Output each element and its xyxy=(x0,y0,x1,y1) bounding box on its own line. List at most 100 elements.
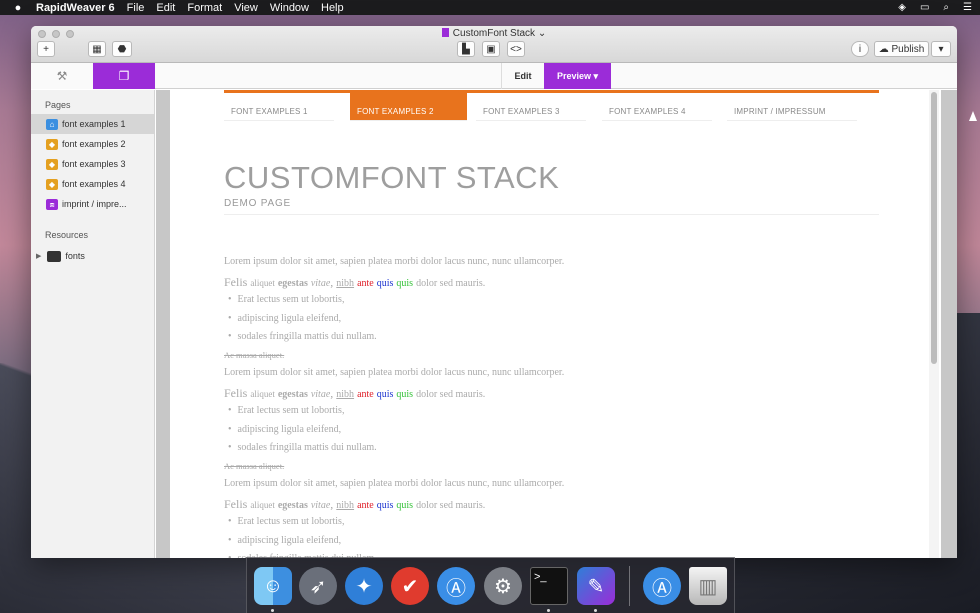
image-view-button[interactable]: ▣ xyxy=(482,41,500,57)
bullet-item: Erat lectus sem ut lobortis, xyxy=(224,294,564,313)
site-title: CUSTOMFONT STACK xyxy=(224,160,560,195)
site-nav-item[interactable]: IMPRINT / IMPRESSUM xyxy=(727,107,857,121)
sidebar-page-item[interactable]: ◆ font examples 2 xyxy=(31,134,154,154)
terminal-icon[interactable]: >_ xyxy=(530,567,568,605)
stacks-page-icon: ◆ xyxy=(46,178,58,190)
web-page-preview: FONT EXAMPLES 1 FONT EXAMPLES 2 FONT EXA… xyxy=(170,90,941,558)
vertical-scrollbar[interactable] xyxy=(929,90,939,558)
resource-item-fonts[interactable]: ▶ fonts xyxy=(31,246,154,266)
dock: ☺ ➶ ✦ ✔ Ⓐ ⚙ >_ ✎ Ⓐ ▥ xyxy=(246,557,735,613)
folder-icon xyxy=(47,250,62,262)
menu-window[interactable]: Window xyxy=(270,2,309,14)
text-block: Lorem ipsum dolor sit amet, sapien plate… xyxy=(224,367,564,478)
dock-separator xyxy=(629,566,630,606)
sidebar: Pages ⌂ font examples 1 ◆ font examples … xyxy=(31,90,155,558)
running-indicator xyxy=(547,609,550,612)
finder-icon[interactable]: ☺ xyxy=(254,567,292,605)
page-label: imprint / impre... xyxy=(62,199,127,209)
resource-label: fonts xyxy=(65,251,85,261)
stacks-page-icon: ◆ xyxy=(46,138,58,150)
page-label: font examples 3 xyxy=(62,159,126,169)
running-indicator xyxy=(594,609,597,612)
site-nav-item[interactable]: FONT EXAMPLES 3 xyxy=(476,107,586,121)
styled-line: Felis aliquet egestas vitae, nibh ante q… xyxy=(224,497,486,511)
layout-view-button[interactable]: ▙ xyxy=(457,41,475,57)
app-window: CustomFont Stack ⌄ + ▦ ⬣ ▙ ▣ <> i ☁ Publ… xyxy=(31,26,957,558)
lorem-paragraph: Lorem ipsum dolor sit amet, sapien plate… xyxy=(224,478,565,489)
bullet-item: adipiscing ligula eleifend, xyxy=(224,313,564,331)
sidebar-page-item[interactable]: ◆ font examples 4 xyxy=(31,174,154,194)
menu-format[interactable]: Format xyxy=(187,2,222,14)
archive-button[interactable]: ▦ xyxy=(88,41,106,57)
text-block: Lorem ipsum dolor sit amet, sapien plate… xyxy=(224,478,564,558)
bullet-item: sodales fringilla mattis dui nullam. xyxy=(224,442,564,461)
publish-button[interactable]: ☁ Publish xyxy=(874,41,929,57)
add-page-button[interactable]: + xyxy=(37,41,55,57)
html-page-icon: ⧈ xyxy=(46,198,58,210)
sidebar-page-item[interactable]: ◆ font examples 3 xyxy=(31,154,154,174)
sidebar-page-item[interactable]: ⧈ imprint / impre... xyxy=(31,194,154,214)
preview-area: FONT EXAMPLES 1 FONT EXAMPLES 2 FONT EXA… xyxy=(156,90,957,558)
notification-center-icon[interactable]: ☰ xyxy=(963,2,972,13)
plugin-button[interactable]: ⬣ xyxy=(112,41,132,57)
title-chevron-icon: ⌄ xyxy=(537,28,547,39)
wrench-icon: ⚒ xyxy=(56,69,68,83)
code-view-button[interactable]: <> xyxy=(507,41,525,57)
document-icon xyxy=(441,28,449,37)
styled-line: Felis aliquet egestas vitae, nibh ante q… xyxy=(224,275,486,289)
bullet-item: adipiscing ligula eleifend, xyxy=(224,424,564,442)
home-page-icon: ⌂ xyxy=(46,118,58,130)
window-title[interactable]: CustomFont Stack ⌄ xyxy=(31,28,957,39)
title-bar: CustomFont Stack ⌄ + ▦ ⬣ ▙ ▣ <> i ☁ Publ… xyxy=(31,26,957,63)
menu-view[interactable]: View xyxy=(234,2,258,14)
running-indicator xyxy=(271,609,274,612)
pages-tab[interactable]: ❐ xyxy=(93,63,155,89)
tools-tab[interactable]: ⚒ xyxy=(31,63,93,89)
site-subtitle: DEMO PAGE xyxy=(224,198,292,209)
airplay-icon[interactable]: ▭ xyxy=(920,2,929,13)
lorem-paragraph: Lorem ipsum dolor sit amet, sapien plate… xyxy=(224,367,565,378)
site-nav-item[interactable]: FONT EXAMPLES 4 xyxy=(602,107,712,121)
dropbox-icon[interactable]: ◈ xyxy=(898,2,906,13)
lorem-paragraph: Lorem ipsum dolor sit amet, sapien plate… xyxy=(224,256,565,267)
trash-icon[interactable]: ▥ xyxy=(689,567,727,605)
spotlight-icon[interactable]: ⌕ xyxy=(943,2,949,13)
strike-text: Ac massa aliquet. xyxy=(224,461,285,471)
publish-menu-button[interactable]: ▾ xyxy=(931,41,951,57)
menu-edit[interactable]: Edit xyxy=(156,2,175,14)
app-store-icon[interactable]: Ⓐ xyxy=(643,567,681,605)
divider xyxy=(224,214,879,215)
styled-line: Felis aliquet egestas vitae, nibh ante q… xyxy=(224,386,486,400)
stacks-page-icon: ◆ xyxy=(46,158,58,170)
cloud-icon: ☁ xyxy=(878,43,892,55)
rapidweaver-icon[interactable]: ✎ xyxy=(577,567,615,605)
sidebar-page-item[interactable]: ⌂ font examples 1 xyxy=(31,114,154,134)
bullet-item: Erat lectus sem ut lobortis, xyxy=(224,516,564,535)
launchpad-icon[interactable]: ➶ xyxy=(299,567,337,605)
app-store-icon[interactable]: Ⓐ xyxy=(437,567,475,605)
apple-menu-icon[interactable]: ● xyxy=(10,2,26,14)
disclosure-triangle-icon[interactable]: ▶ xyxy=(36,252,41,260)
preview-tab[interactable]: Preview ▾ xyxy=(544,63,611,89)
mode-tabs-row: ⚒ ❐ Edit Preview ▾ xyxy=(31,63,957,89)
todo-icon[interactable]: ✔ xyxy=(391,567,429,605)
site-nav-item-active[interactable]: FONT EXAMPLES 2 xyxy=(350,93,467,121)
mouse-cursor-icon xyxy=(969,111,977,121)
edit-tab[interactable]: Edit xyxy=(501,63,544,89)
system-preferences-icon[interactable]: ⚙ xyxy=(484,567,522,605)
resources-header: Resources xyxy=(45,230,89,240)
strike-text: Ac massa aliquet. xyxy=(224,350,285,360)
menu-app[interactable]: RapidWeaver 6 xyxy=(36,2,115,14)
text-block: Lorem ipsum dolor sit amet, sapien plate… xyxy=(224,256,564,367)
bullet-item: adipiscing ligula eleifend, xyxy=(224,535,564,553)
menu-bar: ● RapidWeaver 6 File Edit Format View Wi… xyxy=(0,0,980,15)
safari-icon[interactable]: ✦ xyxy=(345,567,383,605)
site-nav-item[interactable]: FONT EXAMPLES 1 xyxy=(224,107,334,121)
scrollbar-thumb[interactable] xyxy=(931,92,937,364)
site-navigation: FONT EXAMPLES 1 FONT EXAMPLES 2 FONT EXA… xyxy=(224,90,879,121)
menu-help[interactable]: Help xyxy=(321,2,344,14)
menu-file[interactable]: File xyxy=(127,2,145,14)
info-button[interactable]: i xyxy=(851,41,869,57)
page-label: font examples 2 xyxy=(62,139,126,149)
bullet-item: sodales fringilla mattis dui nullam. xyxy=(224,331,564,350)
